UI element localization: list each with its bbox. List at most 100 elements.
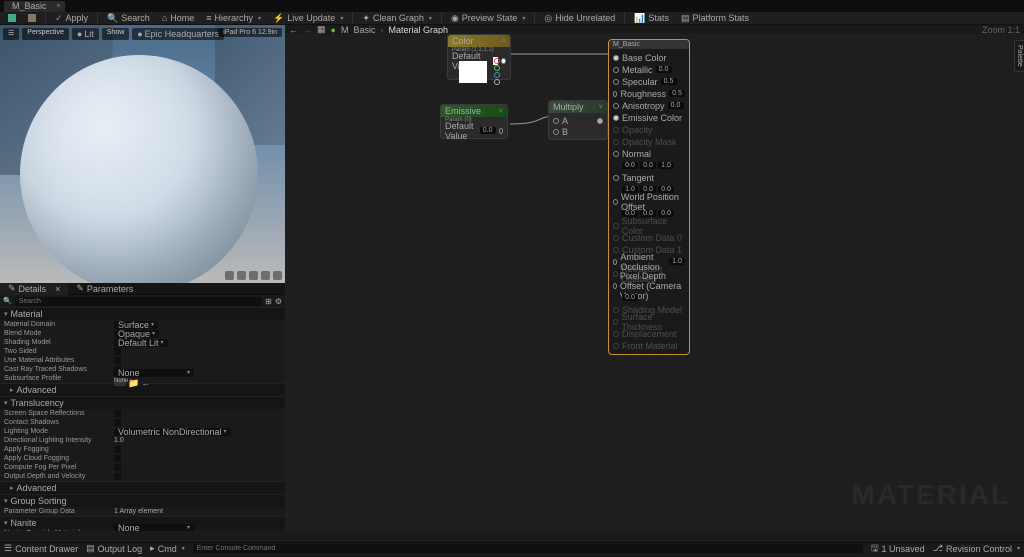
output-pin-mult[interactable]: [597, 118, 603, 124]
roughness-field[interactable]: 0.5: [669, 90, 685, 97]
pin-wpo[interactable]: [613, 199, 618, 205]
show-button[interactable]: Show: [102, 28, 130, 40]
output-pin-b[interactable]: [494, 72, 500, 78]
document-tab[interactable]: M_Basic ×: [4, 1, 65, 12]
pin-custom0[interactable]: [613, 235, 619, 241]
nav-fwd-icon[interactable]: →: [303, 25, 312, 35]
cloud-fog-checkbox[interactable]: [114, 455, 121, 462]
nav-back-icon[interactable]: ←: [289, 25, 298, 35]
category-group-sorting[interactable]: ▾Group Sorting: [0, 494, 285, 507]
live-update-button[interactable]: ⚡Live Update▾: [268, 12, 348, 25]
compute-fog-checkbox[interactable]: [114, 464, 121, 471]
revision-control-button[interactable]: ⎇Revision Control▾: [933, 543, 1020, 554]
vp-shape-mesh-icon[interactable]: [273, 271, 282, 280]
browse-icon[interactable]: 📁: [128, 378, 139, 389]
pin-refraction[interactable]: [613, 271, 618, 277]
output-pin-rgb[interactable]: [501, 58, 506, 64]
shading-model-dropdown[interactable]: Default Lit▾: [114, 339, 168, 347]
home-button[interactable]: ⌂Home: [157, 12, 199, 24]
node-color[interactable]: Color˄ Param (1,1,1,1) Default Value: [447, 34, 511, 80]
pin-metallic[interactable]: [613, 67, 619, 73]
hide-unrelated-button[interactable]: ◎Hide Unrelated: [539, 12, 620, 25]
ssr-checkbox[interactable]: [114, 410, 121, 417]
pin-front-material[interactable]: [613, 343, 619, 349]
param-group-data[interactable]: 1 Array element: [114, 508, 163, 515]
environment-button[interactable]: ● Epic Headquarters: [132, 28, 224, 40]
material-domain-dropdown[interactable]: Surface▾: [114, 321, 158, 329]
node-multiply[interactable]: Multiply˅ A B: [548, 100, 608, 140]
save-button[interactable]: [3, 13, 21, 23]
breadcrumb-graph[interactable]: Material Graph: [388, 25, 448, 35]
fog-checkbox[interactable]: [114, 446, 121, 453]
device-preview[interactable]: iPad Pro 6 12.9in: [218, 28, 282, 37]
pdo-field[interactable]: 0.0: [622, 294, 638, 301]
pin-subsurface[interactable]: [613, 223, 619, 229]
preview-state-button[interactable]: ◉Preview State▾: [446, 12, 530, 25]
apply-button[interactable]: ✓Apply: [50, 12, 93, 25]
pin-anisotropy[interactable]: [613, 103, 619, 109]
preview-viewport[interactable]: ☰ Perspective ● Lit Show ● Epic Headquar…: [0, 25, 285, 283]
collapse-icon[interactable]: ˅: [499, 108, 503, 115]
use-attr-checkbox[interactable]: [114, 357, 121, 364]
details-search-input[interactable]: [15, 297, 262, 306]
lighting-mode-dropdown[interactable]: Volumetric NonDirectional▾: [114, 428, 231, 436]
node-emissive[interactable]: Emissive˅ Param (0) Default Value0.0: [440, 104, 508, 139]
content-drawer-button[interactable]: ☰Content Drawer: [4, 543, 78, 554]
node-material-output[interactable]: M_Basic Base Color Metallic0.0 Specular0…: [608, 39, 690, 355]
hierarchy-button[interactable]: ≡Hierarchy▾: [201, 12, 266, 24]
nanite-dropdown[interactable]: None▾: [114, 524, 194, 532]
subsurface-dropdown[interactable]: None▾: [114, 369, 194, 377]
output-pin-g[interactable]: [494, 65, 500, 71]
tab-details[interactable]: ✎Details×: [0, 282, 68, 295]
search-button[interactable]: 🔍Search: [102, 12, 155, 25]
collapse-icon[interactable]: ˄: [502, 38, 506, 45]
pin-surface-thickness[interactable]: [613, 319, 618, 325]
dir-intensity-value[interactable]: 1.0: [114, 437, 124, 444]
viewport-menu[interactable]: ☰: [3, 28, 19, 40]
pin-opacity[interactable]: [613, 127, 619, 133]
emissive-value-field[interactable]: 0.0: [480, 127, 496, 134]
tab-parameters[interactable]: ✎Parameters: [68, 282, 141, 295]
browse-button[interactable]: [23, 13, 41, 23]
category-translucency[interactable]: ▾Translucency: [0, 396, 285, 409]
unsaved-indicator[interactable]: 🖫1 Unsaved: [871, 541, 925, 557]
vp-shape-cylinder-icon[interactable]: [225, 271, 234, 280]
pin-emissive-color[interactable]: [613, 115, 619, 121]
pin-roughness[interactable]: [613, 91, 617, 97]
input-pin-b[interactable]: [553, 129, 559, 135]
blend-mode-dropdown[interactable]: Opaque▾: [114, 330, 159, 338]
platform-stats-button[interactable]: ▤Platform Stats: [676, 12, 754, 25]
output-pin-emissive[interactable]: [499, 128, 503, 134]
pin-tangent[interactable]: [613, 175, 619, 181]
category-advanced-translucency[interactable]: ▸Advanced: [0, 481, 285, 494]
pin-ao[interactable]: [613, 259, 617, 265]
output-log-button[interactable]: ▤Output Log: [86, 543, 142, 554]
cmd-dropdown[interactable]: ▸Cmd▾: [150, 543, 185, 554]
two-sided-checkbox[interactable]: [114, 348, 121, 355]
category-material[interactable]: ▾Material: [0, 307, 285, 320]
input-pin-a[interactable]: [553, 118, 559, 124]
lit-button[interactable]: ● Lit: [72, 28, 99, 40]
vp-shape-cube-icon[interactable]: [261, 271, 270, 280]
subsurface-slot[interactable]: None: [114, 378, 126, 386]
vp-shape-plane-icon[interactable]: [249, 271, 258, 280]
perspective-button[interactable]: Perspective: [22, 28, 69, 40]
material-graph-canvas[interactable]: Color˄ Param (1,1,1,1) Default Value Emi…: [285, 34, 1024, 531]
output-pin-a[interactable]: [494, 79, 500, 85]
pin-base-color[interactable]: [613, 55, 619, 61]
pin-opacity-mask[interactable]: [613, 139, 619, 145]
pin-shading-model[interactable]: [613, 307, 619, 313]
contact-checkbox[interactable]: [114, 419, 121, 426]
pin-normal[interactable]: [613, 151, 619, 157]
use-selected-icon[interactable]: ←: [141, 378, 150, 389]
console-input[interactable]: [193, 544, 863, 553]
filter-icon[interactable]: ⊞: [265, 297, 272, 306]
vp-shape-sphere-icon[interactable]: [237, 271, 246, 280]
anisotropy-field[interactable]: 0.0: [668, 102, 684, 109]
output-depth-checkbox[interactable]: [114, 473, 121, 480]
breadcrumb-asset[interactable]: M_Basic: [341, 25, 376, 35]
pin-specular[interactable]: [613, 79, 619, 85]
pin-displacement[interactable]: [613, 331, 619, 337]
output-pin-r[interactable]: [494, 58, 500, 64]
clean-graph-button[interactable]: ✦Clean Graph▾: [357, 12, 437, 25]
